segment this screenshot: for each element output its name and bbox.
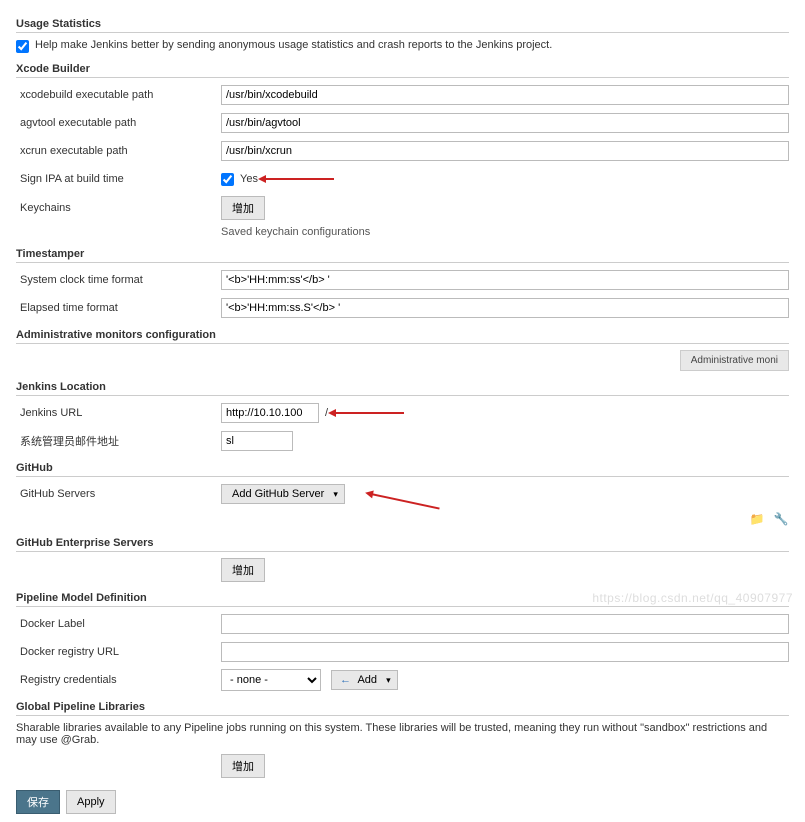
section-global-libs: Global Pipeline Libraries bbox=[16, 701, 789, 716]
tool-icon[interactable]: 🔧 bbox=[773, 511, 789, 527]
usage-stats-help-text: Help make Jenkins better by sending anon… bbox=[35, 39, 552, 51]
folder-icon[interactable]: 📁 bbox=[749, 511, 765, 527]
admin-email-label: 系统管理员邮件地址 bbox=[16, 433, 221, 449]
xcrun-label: xcrun executable path bbox=[16, 145, 221, 157]
registry-add-label: Add bbox=[357, 674, 377, 686]
sign-ipa-label: Sign IPA at build time bbox=[16, 173, 221, 185]
registry-credentials-label: Registry credentials bbox=[16, 674, 221, 686]
add-github-server-button[interactable]: Add GitHub Server bbox=[221, 484, 345, 504]
keychains-saved-note: Saved keychain configurations bbox=[221, 226, 789, 238]
section-jenkins-location: Jenkins Location bbox=[16, 381, 789, 396]
save-button[interactable]: 保存 bbox=[16, 790, 60, 814]
sign-ipa-yes: Yes bbox=[240, 173, 258, 185]
docker-label-input[interactable] bbox=[221, 614, 789, 634]
arrow-left-icon bbox=[340, 674, 355, 686]
global-libs-note: Sharable libraries available to any Pipe… bbox=[16, 722, 789, 746]
keychains-add-button[interactable]: 增加 bbox=[221, 196, 265, 220]
xcrun-input[interactable] bbox=[221, 141, 789, 161]
dropdown-caret-icon bbox=[380, 674, 391, 686]
jenkins-url-label: Jenkins URL bbox=[16, 407, 221, 419]
global-libs-add-button[interactable]: 增加 bbox=[221, 754, 265, 778]
admin-monitors-button[interactable]: Administrative moni bbox=[680, 350, 789, 371]
annotation-arrow-icon bbox=[371, 493, 440, 510]
clock-format-input[interactable] bbox=[221, 270, 789, 290]
section-admin-monitors: Administrative monitors configuration bbox=[16, 329, 789, 344]
clock-format-label: System clock time format bbox=[16, 274, 221, 286]
annotation-arrow-icon bbox=[334, 412, 404, 414]
docker-label-label: Docker Label bbox=[16, 618, 221, 630]
section-usage-stats: Usage Statistics bbox=[16, 18, 789, 33]
apply-button[interactable]: Apply bbox=[66, 790, 116, 814]
docker-registry-url-label: Docker registry URL bbox=[16, 646, 221, 658]
keychains-label: Keychains bbox=[16, 202, 221, 214]
section-pipeline: Pipeline Model Definition bbox=[16, 592, 789, 607]
section-timestamper: Timestamper bbox=[16, 248, 789, 263]
usage-stats-checkbox[interactable] bbox=[16, 40, 29, 53]
registry-credentials-add-button[interactable]: Add bbox=[331, 670, 398, 690]
sign-ipa-checkbox[interactable] bbox=[221, 173, 234, 186]
github-servers-label: GitHub Servers bbox=[16, 488, 221, 500]
add-github-server-label: Add GitHub Server bbox=[232, 488, 324, 500]
jenkins-url-input[interactable] bbox=[221, 403, 319, 423]
section-github-enterprise: GitHub Enterprise Servers bbox=[16, 537, 789, 552]
docker-registry-url-input[interactable] bbox=[221, 642, 789, 662]
elapsed-format-input[interactable] bbox=[221, 298, 789, 318]
section-github: GitHub bbox=[16, 462, 789, 477]
agvtool-label: agvtool executable path bbox=[16, 117, 221, 129]
xcodebuild-label: xcodebuild executable path bbox=[16, 89, 221, 101]
admin-email-input[interactable] bbox=[221, 431, 293, 451]
annotation-arrow-icon bbox=[264, 178, 334, 180]
dropdown-caret-icon bbox=[327, 488, 338, 500]
registry-credentials-select[interactable]: - none - bbox=[221, 669, 321, 691]
agvtool-input[interactable] bbox=[221, 113, 789, 133]
section-xcode-builder: Xcode Builder bbox=[16, 63, 789, 78]
elapsed-format-label: Elapsed time format bbox=[16, 302, 221, 314]
github-enterprise-add-button[interactable]: 增加 bbox=[221, 558, 265, 582]
xcodebuild-input[interactable] bbox=[221, 85, 789, 105]
